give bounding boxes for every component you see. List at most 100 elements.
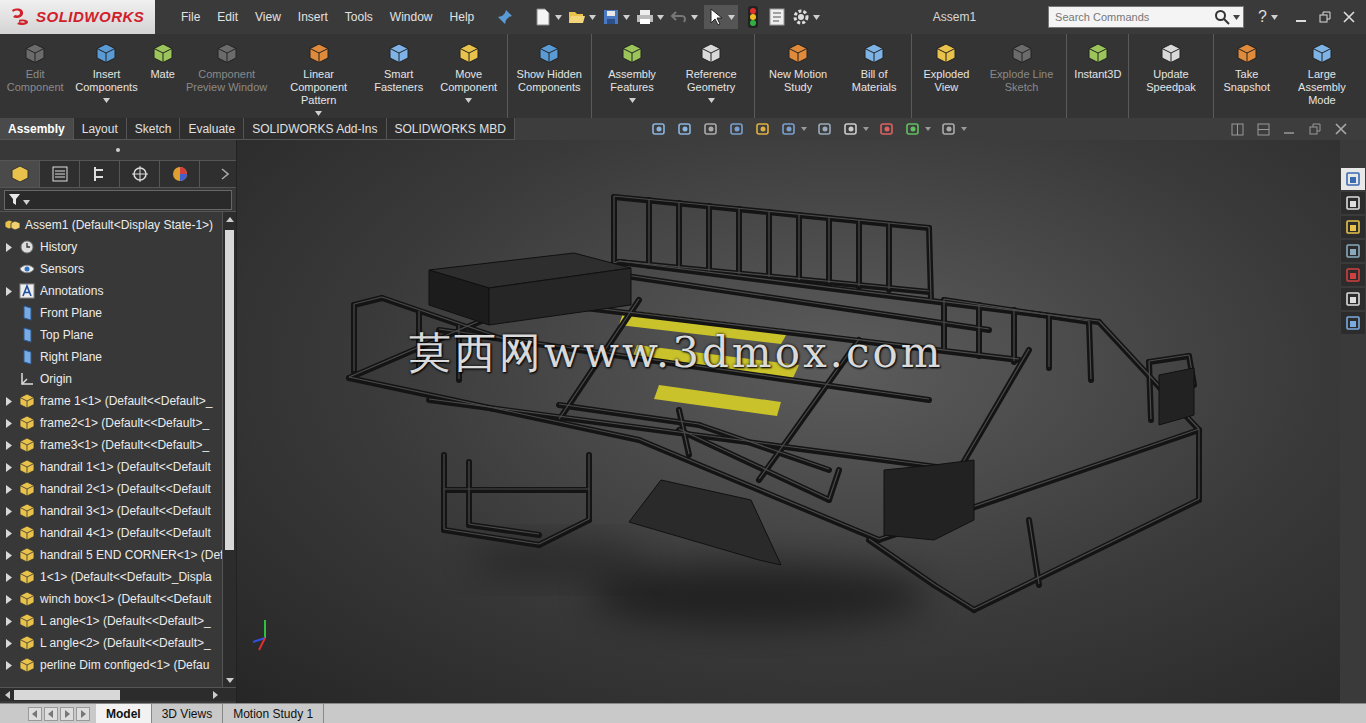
command-icon[interactable]: [1310, 41, 1334, 65]
part-icon[interactable]: [18, 503, 36, 519]
command-icon[interactable]: [457, 41, 481, 65]
close-icon[interactable]: [1342, 10, 1356, 24]
tree-item[interactable]: History: [0, 236, 222, 258]
ribbon-label[interactable]: New Motion Study: [762, 68, 834, 94]
tree-item[interactable]: handrail 2<1> (Default<<Default: [0, 478, 222, 500]
scroll-up-icon[interactable]: [223, 212, 237, 226]
tab-label[interactable]: SOLIDWORKS MBD: [395, 120, 506, 138]
toolbar-button[interactable]: [670, 6, 698, 28]
ribbon-button[interactable]: Large Assembly Mode: [1278, 34, 1366, 107]
ribbon-button[interactable]: Bill of Materials: [839, 34, 909, 94]
tree-label[interactable]: Right Plane: [40, 348, 102, 366]
tree-label[interactable]: Assem1 (Default<Display State-1>): [25, 216, 213, 234]
tab-label[interactable]: Assembly: [8, 120, 65, 138]
expand-slot[interactable]: [0, 459, 18, 475]
appearance-icon[interactable]: [878, 121, 896, 137]
scroll-thumb[interactable]: [14, 690, 120, 700]
rebuild-icon[interactable]: [744, 6, 762, 28]
ribbon-button[interactable]: Smart Fasteners: [365, 34, 433, 94]
expand-arrow-icon[interactable]: [5, 484, 13, 494]
tree-label[interactable]: winch box<1> (Default<<Default: [40, 590, 211, 608]
task-pane-tab[interactable]: [1341, 288, 1365, 310]
view-palette-icon[interactable]: [1345, 243, 1361, 259]
open-icon[interactable]: [568, 6, 586, 28]
menu-item[interactable]: File: [181, 8, 200, 26]
tree-label[interactable]: handrail 1<1> (Default<<Default: [40, 458, 211, 476]
ribbon-button[interactable]: New Motion Study: [757, 34, 839, 94]
expand-arrow-icon[interactable]: [5, 616, 13, 626]
command-tab[interactable]: SOLIDWORKS Add-Ins: [244, 118, 386, 139]
file-explorer-icon[interactable]: [1345, 219, 1361, 235]
part-icon[interactable]: [18, 481, 36, 497]
expand-arrow-icon[interactable]: [5, 286, 13, 296]
part-icon[interactable]: [18, 459, 36, 475]
expand-arrow-icon[interactable]: [5, 572, 13, 582]
tree-label[interactable]: handrail 3<1> (Default<<Default: [40, 502, 211, 520]
tree-item[interactable]: L angle<1> (Default<<Default>_: [0, 610, 222, 632]
help-button[interactable]: ?: [1258, 9, 1278, 25]
scroll-left-icon[interactable]: [0, 688, 14, 702]
ribbon-label[interactable]: Mate: [150, 68, 174, 81]
ribbon-label[interactable]: Smart Fasteners: [370, 68, 428, 94]
toolbar-button[interactable]: [792, 6, 820, 28]
first-tab-icon[interactable]: [28, 707, 42, 721]
dropdown-arrow-icon[interactable]: [315, 110, 322, 116]
print-icon[interactable]: [636, 6, 654, 28]
expand-arrow-icon[interactable]: [5, 594, 13, 604]
bottom-tab-label[interactable]: Model: [106, 705, 141, 723]
menu-item[interactable]: Help: [450, 8, 475, 26]
zoom-area-icon[interactable]: [676, 121, 694, 137]
expand-arrow-icon[interactable]: [5, 440, 13, 450]
part-icon[interactable]: [18, 613, 36, 629]
tree-item[interactable]: perline Dim configed<1> (Defau: [0, 654, 222, 676]
toolbar-button[interactable]: [534, 6, 562, 28]
toolbar-button[interactable]: [636, 6, 664, 28]
expand-slot[interactable]: [0, 591, 18, 607]
menu-item[interactable]: Window: [390, 8, 433, 26]
bottom-tab[interactable]: 3D Views: [152, 704, 223, 723]
command-tab[interactable]: Evaluate: [180, 118, 244, 139]
plane-icon[interactable]: [18, 349, 36, 365]
menu-item[interactable]: Edit: [217, 8, 238, 26]
options-icon[interactable]: [792, 6, 810, 28]
part-icon[interactable]: [18, 635, 36, 651]
home-icon[interactable]: [1345, 171, 1361, 187]
ribbon-label[interactable]: Exploded View: [919, 68, 974, 94]
tab-label[interactable]: Sketch: [135, 120, 172, 138]
tree-item[interactable]: handrail 5 END CORNER<1> (Def: [0, 544, 222, 566]
custom-properties-icon[interactable]: [1345, 291, 1361, 307]
previous-view-icon[interactable]: [702, 121, 720, 137]
restore-icon[interactable]: [1308, 122, 1322, 136]
expand-arrow-icon[interactable]: [5, 418, 13, 428]
tree-item[interactable]: handrail 3<1> (Default<<Default: [0, 500, 222, 522]
panel-tab[interactable]: [160, 161, 200, 187]
expand-slot[interactable]: [0, 437, 18, 453]
property-manager-icon[interactable]: [50, 164, 70, 184]
task-pane-tab[interactable]: [1341, 264, 1365, 286]
dropdown-arrow-icon[interactable]: [961, 127, 968, 132]
expand-panel-icon[interactable]: [218, 164, 232, 184]
vertical-scrollbar[interactable]: [222, 212, 236, 687]
toolbar-button[interactable]: [744, 6, 762, 28]
tree-root[interactable]: Assem1 (Default<Display State-1>): [0, 214, 222, 236]
expand-arrow-icon[interactable]: [5, 506, 13, 516]
ribbon-button[interactable]: Assembly Features: [594, 34, 670, 103]
tree-item[interactable]: frame 1<1> (Default<<Default>_: [0, 390, 222, 412]
tab-label[interactable]: Evaluate: [188, 120, 235, 138]
tree-label[interactable]: L angle<2> (Default<<Default>_: [40, 634, 211, 652]
plane-icon[interactable]: [18, 305, 36, 321]
expand-arrow-icon[interactable]: [5, 396, 13, 406]
expand-slot[interactable]: [0, 547, 18, 563]
search-icon[interactable]: [1213, 8, 1231, 26]
file-properties-icon[interactable]: [768, 6, 786, 28]
save-icon[interactable]: [602, 6, 620, 28]
command-icon[interactable]: [1235, 41, 1259, 65]
tree-label[interactable]: handrail 5 END CORNER<1> (Def: [40, 546, 222, 564]
toolbar-button[interactable]: [768, 6, 786, 28]
dropdown-arrow-icon[interactable]: [813, 15, 820, 20]
panel-tab[interactable]: [40, 161, 80, 187]
ribbon-button[interactable]: Mate: [145, 34, 181, 81]
expand-slot[interactable]: [0, 283, 18, 299]
menu-item[interactable]: Tools: [345, 8, 373, 26]
part-icon[interactable]: [18, 393, 36, 409]
